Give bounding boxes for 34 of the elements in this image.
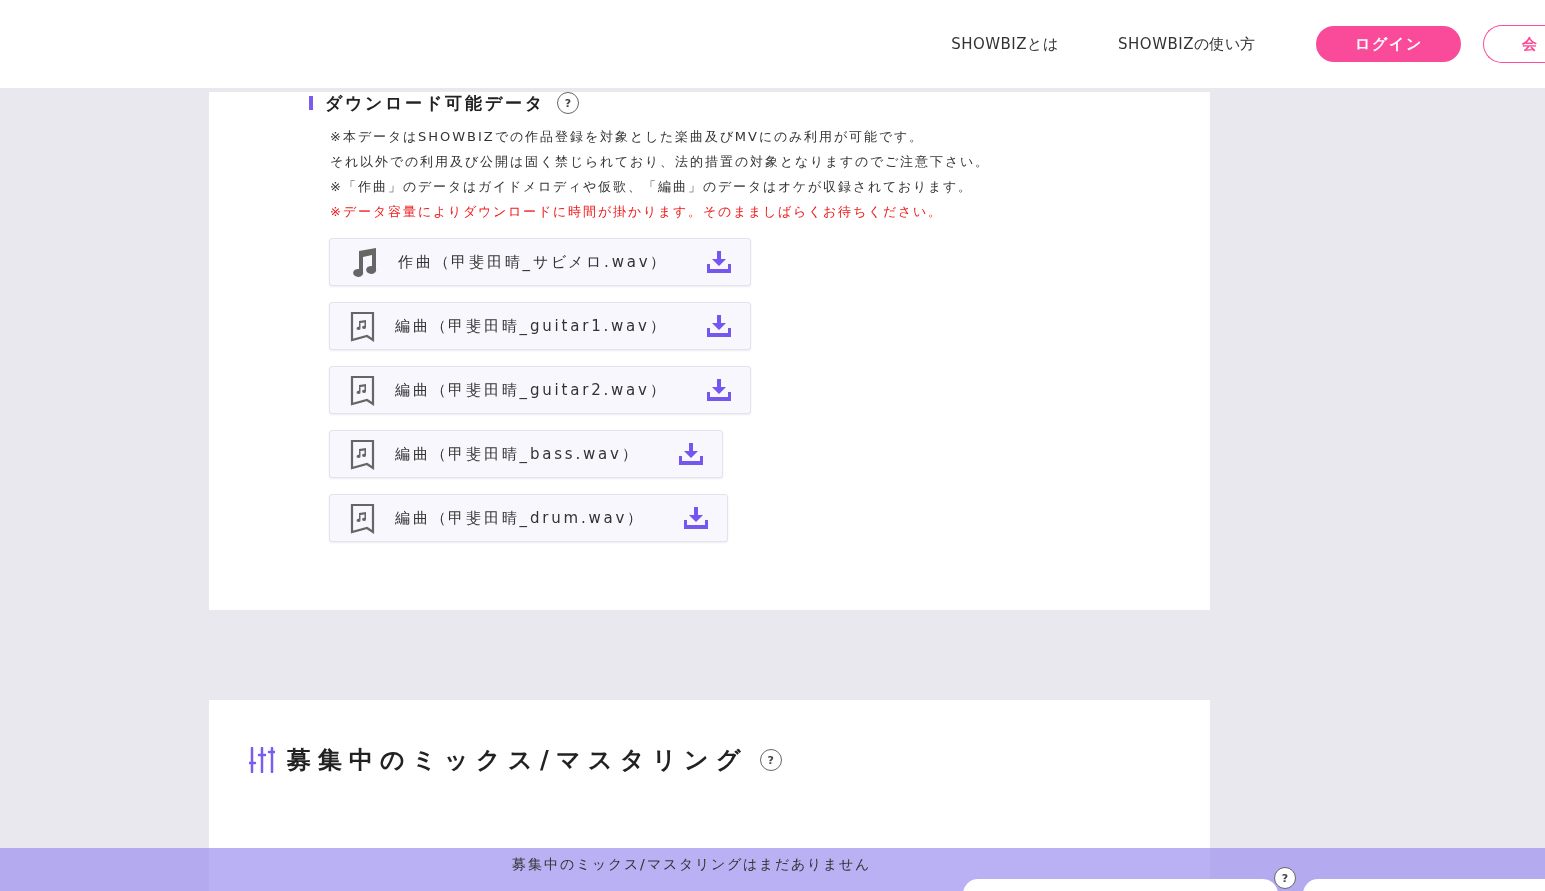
notice-text: ※本データはSHOWBIZでの作品登録を対象とした楽曲及びMVにのみ利用が可能です。 bbox=[330, 128, 925, 146]
notice-text: それ以外での利用及び公開は固く禁じられており、法的措置の対象となりますのでご注意下さい。 bbox=[330, 153, 991, 171]
bar-message: 募集中のミックス/マスタリングはまだありません bbox=[512, 856, 871, 874]
section-title: ダウンロード可能データ bbox=[325, 91, 545, 115]
help-icon[interactable]: ? bbox=[1274, 867, 1296, 889]
sliders-icon bbox=[249, 747, 275, 773]
download-icon[interactable] bbox=[705, 379, 732, 401]
file-download-item[interactable]: 作曲（甲斐田晴_サビメロ.wav） bbox=[329, 238, 752, 286]
music-note-icon bbox=[350, 247, 378, 277]
heading-accent-bar bbox=[309, 96, 313, 110]
help-icon[interactable]: ? bbox=[557, 92, 579, 114]
warning-text: ※データ容量によりダウンロードに時間が掛かります。そのまましばらくお待ちください。 bbox=[330, 203, 944, 221]
download-icon[interactable] bbox=[706, 251, 733, 273]
notice-text: ※「作曲」のデータはガイドメロディや仮歌、「編曲」のデータはオケが収録されております。 bbox=[330, 178, 974, 196]
file-name: 編曲（甲斐田晴_bass.wav） bbox=[395, 444, 640, 464]
file-download-item[interactable]: 編曲（甲斐田晴_guitar2.wav） bbox=[329, 366, 751, 414]
file-name: 編曲（甲斐田晴_drum.wav） bbox=[395, 508, 645, 528]
audio-file-icon bbox=[350, 374, 375, 406]
audio-file-icon bbox=[350, 310, 375, 342]
help-icon[interactable]: ? bbox=[759, 749, 782, 771]
file-download-item[interactable]: 編曲（甲斐田晴_drum.wav） bbox=[329, 494, 728, 542]
download-icon[interactable] bbox=[705, 315, 732, 337]
file-download-item[interactable]: 編曲（甲斐田晴_guitar1.wav） bbox=[329, 302, 751, 350]
download-icon[interactable] bbox=[677, 443, 704, 465]
file-name: 作曲（甲斐田晴_サビメロ.wav） bbox=[398, 252, 669, 272]
audio-file-icon bbox=[350, 502, 375, 534]
section-title: 募集中のミックス/マスタリング bbox=[287, 745, 748, 776]
file-name: 編曲（甲斐田晴_guitar2.wav） bbox=[395, 380, 668, 400]
file-download-item[interactable]: 編曲（甲斐田晴_bass.wav） bbox=[329, 430, 723, 478]
audio-file-icon bbox=[350, 438, 375, 470]
download-icon[interactable] bbox=[683, 507, 709, 529]
nav-link[interactable]: SHOWBIZとは bbox=[951, 34, 1059, 54]
nav-link[interactable]: SHOWBIZの使い方 bbox=[1118, 34, 1256, 54]
file-name: 編曲（甲斐田晴_guitar1.wav） bbox=[395, 316, 668, 336]
